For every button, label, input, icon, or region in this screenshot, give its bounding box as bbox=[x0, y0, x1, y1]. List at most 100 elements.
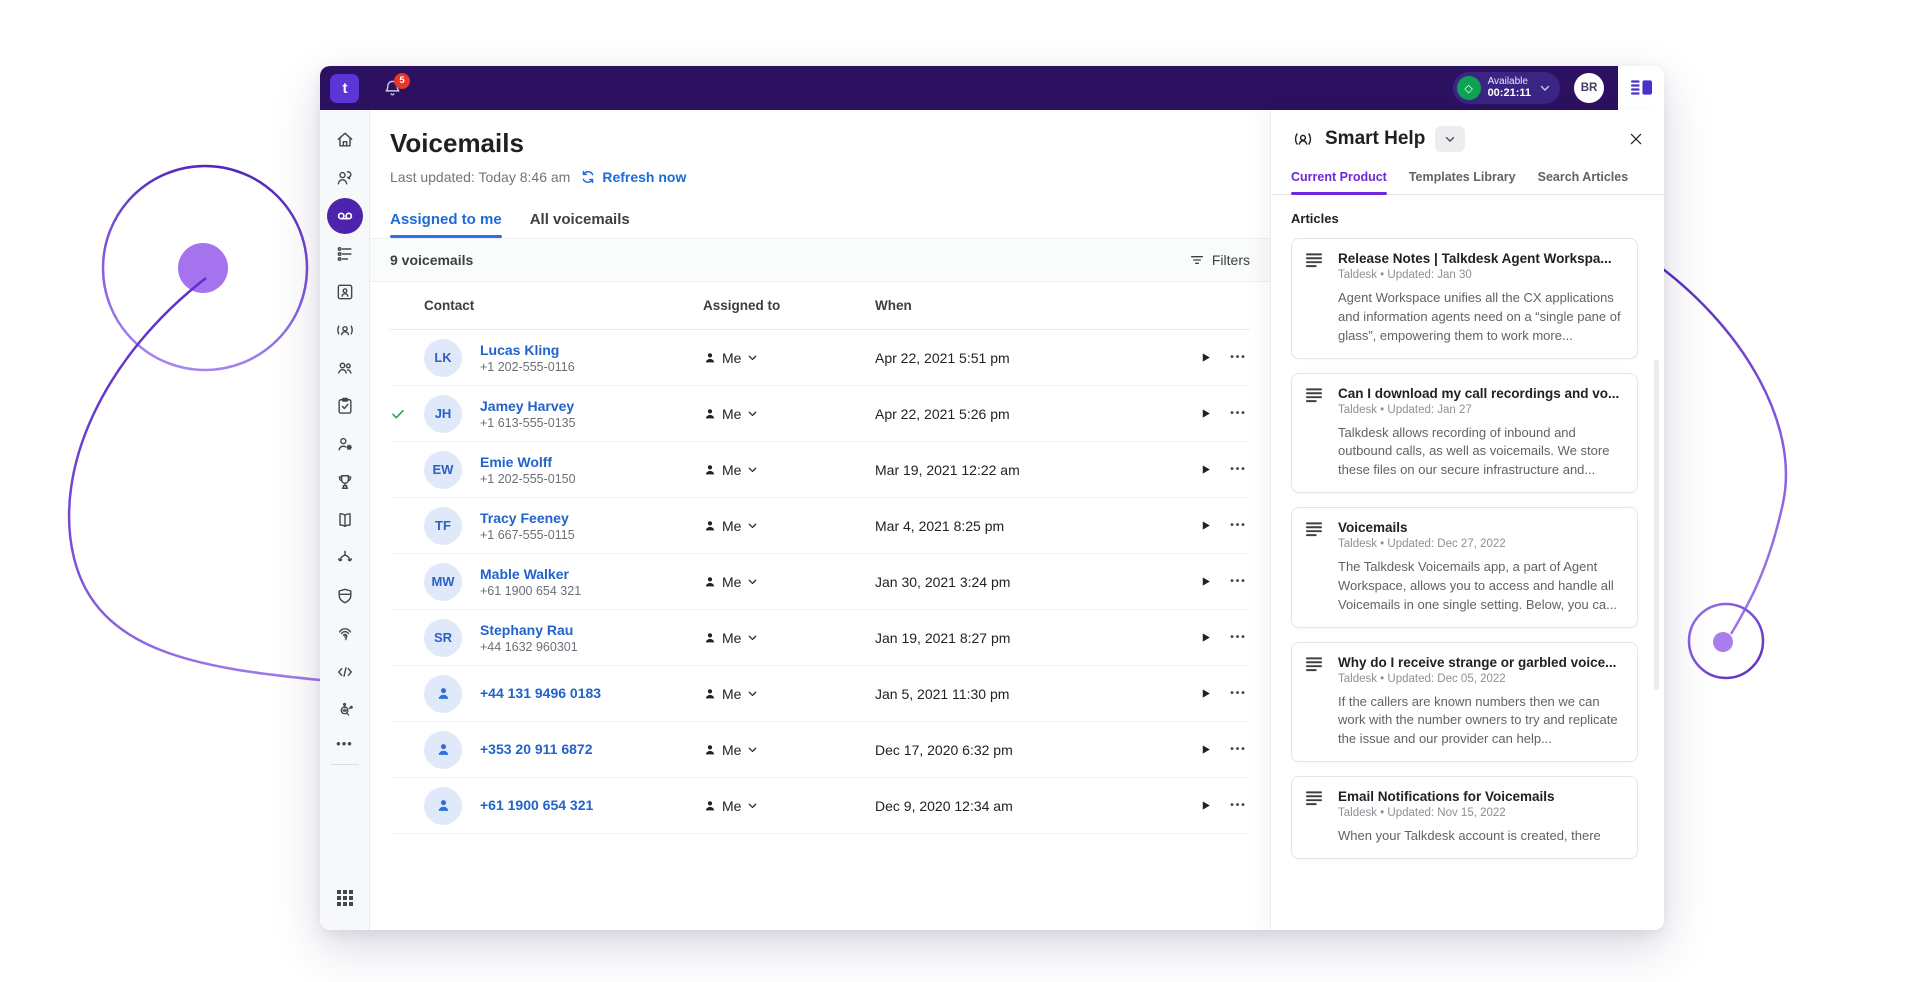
assigned-to-dropdown[interactable]: Me bbox=[703, 798, 863, 814]
tab-current-product[interactable]: Current Product bbox=[1291, 170, 1387, 194]
context-panel-toggle-icon[interactable] bbox=[1631, 79, 1652, 97]
article-card[interactable]: Release Notes | Talkdesk Agent Workspa..… bbox=[1291, 238, 1638, 359]
play-button[interactable] bbox=[1183, 407, 1227, 420]
sidebar-item-more[interactable]: ••• bbox=[327, 730, 363, 756]
sidebar-item-workforce[interactable] bbox=[327, 426, 363, 462]
article-snippet: If the callers are known numbers then we… bbox=[1338, 693, 1623, 750]
row-more-button[interactable]: ••• bbox=[1227, 408, 1250, 419]
contact-name-link[interactable]: Jamey Harvey bbox=[480, 398, 574, 414]
person-icon bbox=[703, 799, 717, 813]
voicemail-tabs: Assigned to me All voicemails bbox=[390, 211, 1250, 238]
tab-templates-library[interactable]: Templates Library bbox=[1409, 170, 1516, 194]
row-more-button[interactable]: ••• bbox=[1227, 800, 1250, 811]
row-more-button[interactable]: ••• bbox=[1227, 520, 1250, 531]
sidebar-item-agent-headset[interactable] bbox=[327, 312, 363, 348]
sidebar-item-voice-biometrics[interactable] bbox=[327, 616, 363, 652]
sidebar-item-contacts[interactable] bbox=[327, 274, 363, 310]
sidebar-item-automations[interactable] bbox=[327, 692, 363, 728]
row-more-button[interactable]: ••• bbox=[1227, 688, 1250, 699]
voicemail-icon bbox=[335, 206, 355, 226]
contact-name-link[interactable]: Stephany Rau bbox=[480, 622, 573, 638]
assigned-to-dropdown[interactable]: Me bbox=[703, 686, 863, 702]
article-title: Release Notes | Talkdesk Agent Workspa..… bbox=[1338, 251, 1623, 266]
assigned-to-dropdown[interactable]: Me bbox=[703, 742, 863, 758]
panel-scrollbar[interactable] bbox=[1654, 360, 1659, 690]
contact-name-link[interactable]: Mable Walker bbox=[480, 566, 569, 582]
tab-all-voicemails[interactable]: All voicemails bbox=[530, 211, 630, 238]
article-card[interactable]: Why do I receive strange or garbled voic… bbox=[1291, 642, 1638, 763]
play-button[interactable] bbox=[1183, 687, 1227, 700]
fingerprint-icon bbox=[335, 624, 355, 644]
row-more-button[interactable]: ••• bbox=[1227, 632, 1250, 643]
sidebar-item-clipboard-check[interactable] bbox=[327, 388, 363, 424]
contact-phone: +1 202-555-0150 bbox=[480, 472, 703, 486]
trophy-icon bbox=[335, 472, 355, 492]
voicemail-count: 9 voicemails bbox=[390, 252, 473, 268]
assigned-to-dropdown[interactable]: Me bbox=[703, 630, 863, 646]
smart-help-header: Smart Help bbox=[1271, 110, 1664, 162]
sidebar-item-home[interactable] bbox=[327, 122, 363, 158]
assigned-to-dropdown[interactable]: Me bbox=[703, 406, 863, 422]
chevron-down-icon bbox=[746, 407, 759, 420]
notifications-button[interactable]: 5 bbox=[383, 79, 402, 98]
assigned-to-dropdown[interactable]: Me bbox=[703, 574, 863, 590]
play-button[interactable] bbox=[1183, 575, 1227, 588]
assigned-to-dropdown[interactable]: Me bbox=[703, 518, 863, 534]
sidebar-item-teams[interactable] bbox=[327, 350, 363, 386]
play-button[interactable] bbox=[1183, 631, 1227, 644]
agent-status-selector[interactable]: ◇ Available 00:21:11 bbox=[1453, 72, 1560, 104]
row-more-button[interactable]: ••• bbox=[1227, 744, 1250, 755]
column-assigned-to: Assigned to bbox=[703, 298, 863, 313]
top-bar-right-strip bbox=[1618, 66, 1664, 110]
sidebar-item-agent-assist[interactable] bbox=[327, 160, 363, 196]
sidebar-item-routing-flow[interactable] bbox=[327, 540, 363, 576]
row-more-button[interactable]: ••• bbox=[1227, 352, 1250, 363]
filters-button[interactable]: Filters bbox=[1189, 252, 1250, 268]
refresh-now-button[interactable]: Refresh now bbox=[580, 169, 686, 185]
article-card[interactable]: Voicemails Taldesk • Updated: Dec 27, 20… bbox=[1291, 507, 1638, 628]
shield-icon bbox=[335, 586, 355, 606]
sidebar-item-security-shield[interactable] bbox=[327, 578, 363, 614]
play-icon bbox=[1199, 631, 1212, 644]
sidebar-item-developer-code[interactable] bbox=[327, 654, 363, 690]
tab-search-articles[interactable]: Search Articles bbox=[1538, 170, 1629, 194]
row-more-button[interactable]: ••• bbox=[1227, 464, 1250, 475]
sidebar-item-gamification[interactable] bbox=[327, 464, 363, 500]
sidebar-item-queue-list[interactable] bbox=[327, 236, 363, 272]
top-bar-main: t 5 ◇ Available 00:21:11 bbox=[320, 66, 1618, 110]
voicemail-date: Jan 19, 2021 8:27 pm bbox=[863, 630, 1183, 646]
user-avatar[interactable]: BR bbox=[1574, 73, 1604, 103]
smart-help-collapse-button[interactable] bbox=[1435, 126, 1465, 152]
sidebar-item-voicemails[interactable] bbox=[327, 198, 363, 234]
contact-name-link[interactable]: Tracy Feeney bbox=[480, 510, 569, 526]
contact-name-link[interactable]: Emie Wolff bbox=[480, 454, 552, 470]
contact-name-link[interactable]: Lucas Kling bbox=[480, 342, 559, 358]
assigned-to-dropdown[interactable]: Me bbox=[703, 350, 863, 366]
play-button[interactable] bbox=[1183, 743, 1227, 756]
contact-name-link[interactable]: +61 1900 654 321 bbox=[480, 797, 593, 813]
page-header: Voicemails Last updated: Today 8:46 am R… bbox=[370, 110, 1270, 238]
tab-assigned-to-me[interactable]: Assigned to me bbox=[390, 211, 502, 238]
article-doc-icon bbox=[1306, 251, 1332, 281]
row-more-button[interactable]: ••• bbox=[1227, 576, 1250, 587]
sidebar-item-apps[interactable] bbox=[327, 880, 363, 916]
play-button[interactable] bbox=[1183, 799, 1227, 812]
smart-help-close-button[interactable] bbox=[1628, 131, 1644, 147]
article-card[interactable]: Email Notifications for Voicemails Talde… bbox=[1291, 776, 1638, 859]
agent-assist-icon bbox=[335, 168, 355, 188]
article-card[interactable]: Can I download my call recordings and vo… bbox=[1291, 373, 1638, 494]
assigned-to-dropdown[interactable]: Me bbox=[703, 462, 863, 478]
articles-list: Release Notes | Talkdesk Agent Workspa..… bbox=[1271, 236, 1664, 930]
chevron-down-icon bbox=[746, 463, 759, 476]
sidebar-item-knowledge-book[interactable] bbox=[327, 502, 363, 538]
status-timer: 00:21:11 bbox=[1488, 87, 1531, 99]
voicemail-row: +353 20 911 6872 Me Dec 17, 2020 6:32 pm bbox=[390, 722, 1250, 778]
play-button[interactable] bbox=[1183, 351, 1227, 364]
play-button[interactable] bbox=[1183, 463, 1227, 476]
contact-name-link[interactable]: +353 20 911 6872 bbox=[480, 741, 593, 757]
play-button[interactable] bbox=[1183, 519, 1227, 532]
talkdesk-logo[interactable]: t bbox=[330, 74, 359, 103]
voicemail-date: Jan 30, 2021 3:24 pm bbox=[863, 574, 1183, 590]
column-when: When bbox=[863, 298, 1183, 313]
contact-name-link[interactable]: +44 131 9496 0183 bbox=[480, 685, 601, 701]
